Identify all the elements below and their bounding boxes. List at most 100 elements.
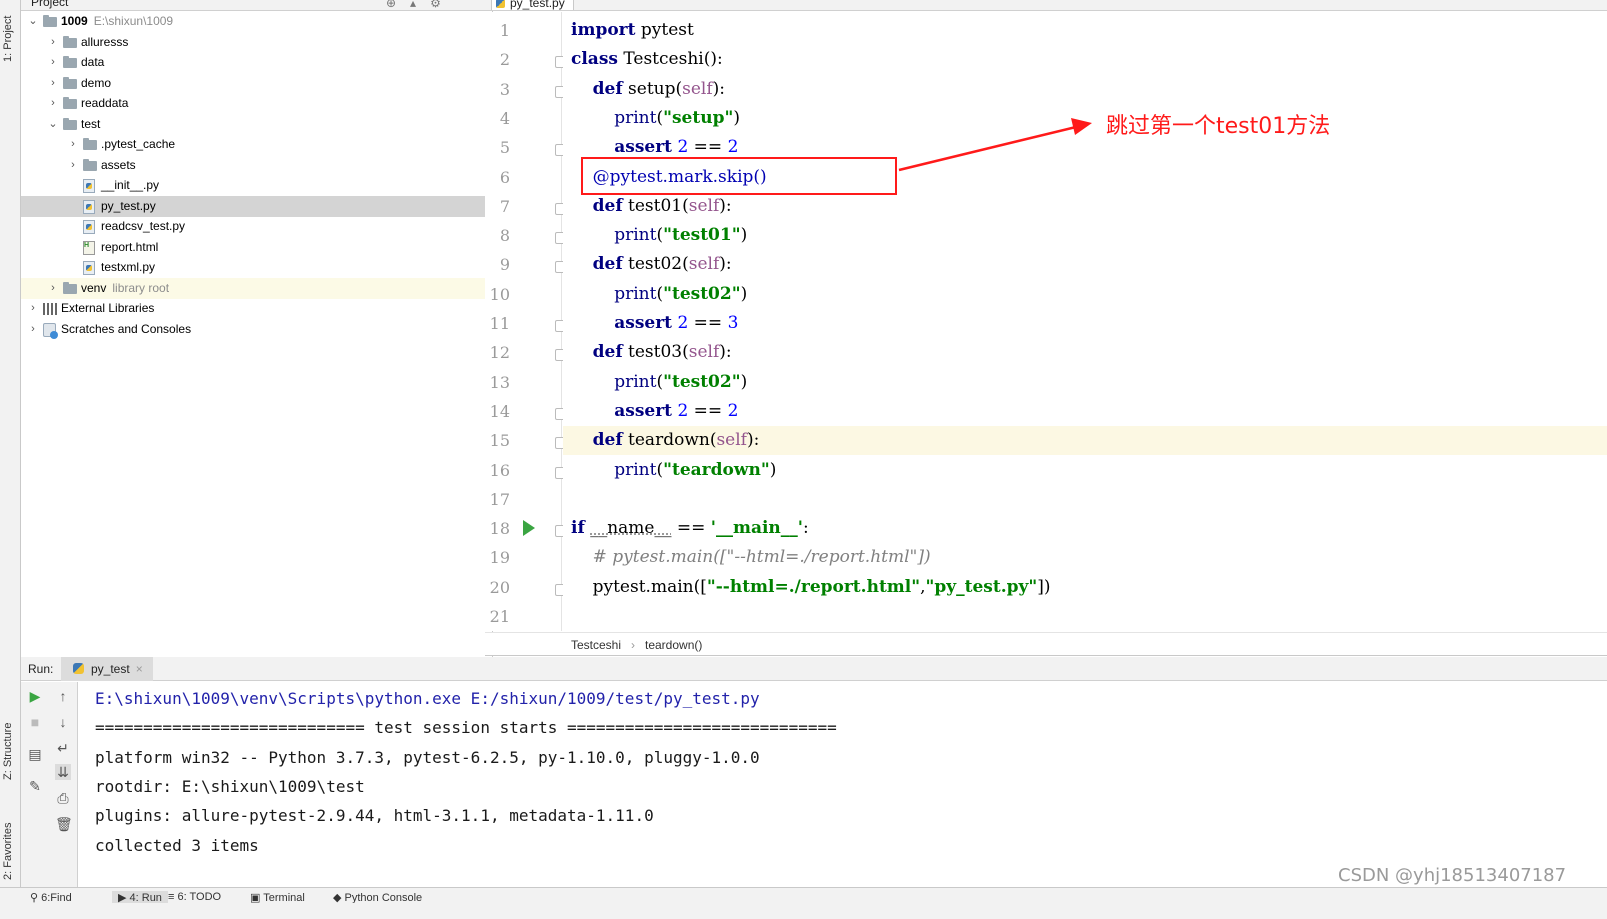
code-line[interactable] <box>563 485 1607 514</box>
tree-item[interactable]: › alluresss <box>21 32 493 53</box>
tree-item[interactable]: › venv library root <box>21 277 493 299</box>
chevron-right-icon[interactable]: › <box>67 155 79 176</box>
code-line[interactable]: print("test02") <box>563 368 1607 397</box>
tree-item-label: readcsv_test.py <box>101 216 185 237</box>
tree-item[interactable]: › assets <box>21 155 493 176</box>
run-icon[interactable] <box>523 520 535 537</box>
tree-item-name: assets <box>101 157 136 172</box>
code-line-text: def test01(self): <box>592 195 732 216</box>
tree-item-name: alluresss <box>81 34 129 49</box>
tree-item[interactable]: py_test.py <box>21 195 493 217</box>
tree-item[interactable]: ⌄ test <box>21 114 493 135</box>
breadcrumb-method[interactable]: teardown() <box>645 638 702 652</box>
bottom-tab[interactable]: ⚲ 6:Find <box>30 891 72 903</box>
bottom-tab-terminal[interactable]: ▣ Terminal <box>250 891 305 903</box>
chevron-down-icon[interactable]: ⌄ <box>27 11 39 32</box>
code-editor[interactable]: import pytest class Testceshi(): def setu… <box>563 12 1607 631</box>
soft-wrap-icon[interactable]: ↵ <box>55 740 71 756</box>
tree-item[interactable]: › demo <box>21 73 493 94</box>
chevron-down-icon[interactable]: ⌄ <box>47 114 59 135</box>
editor-gutter[interactable]: 1 2 3 4 5 6 7 8 9 10 11 12 13 14 15 16 17 18 19 20 21 <box>485 12 588 631</box>
code-line[interactable] <box>563 602 1607 631</box>
project-header-icons[interactable]: ⊕▴⚙ <box>386 0 455 10</box>
tree-item[interactable]: __init__.py <box>21 175 493 196</box>
bottom-tab-todo[interactable]: ≡ 6: TODO <box>168 891 221 903</box>
code-line-text: print("teardown") <box>614 459 777 480</box>
line-number: 7 <box>499 196 510 216</box>
chevron-right-icon[interactable]: › <box>47 73 59 94</box>
code-line[interactable]: print("setup") <box>563 104 1607 133</box>
tree-item[interactable]: readcsv_test.py <box>21 216 493 237</box>
tree-item-label: testxml.py <box>101 257 155 278</box>
chevron-right-icon[interactable]: › <box>47 93 59 114</box>
chevron-right-icon[interactable]: › <box>47 278 59 299</box>
folder-icon <box>63 117 77 130</box>
print-icon[interactable]: ⎙ <box>55 790 71 806</box>
line-number: 21 <box>489 607 510 626</box>
console-line: plugins: allure-pytest-2.9.44, html-3.1.… <box>95 806 654 826</box>
tree-item[interactable]: ⌄ 1009 E:\shixun\1009 <box>21 11 493 32</box>
down-arrow-icon[interactable]: ↓ <box>55 714 71 730</box>
tree-item-name: report.html <box>101 239 159 254</box>
bottom-tab-run[interactable]: ▶ 4: Run <box>112 891 168 903</box>
code-line[interactable]: assert 2 == 2 <box>563 397 1607 426</box>
close-icon[interactable]: × <box>136 662 143 676</box>
code-line[interactable]: pytest.main(["--html=./report.html","py_… <box>563 573 1607 602</box>
code-line[interactable]: print("test01") <box>563 221 1607 250</box>
run-tab[interactable]: py_test × <box>61 657 153 681</box>
tree-item-label: External Libraries <box>61 298 154 319</box>
code-line[interactable]: def teardown(self): <box>563 426 1607 456</box>
code-line[interactable]: import pytest <box>563 16 1607 45</box>
up-arrow-icon[interactable]: ↑ <box>55 688 71 704</box>
tool-tab-favorites[interactable]: 2: Favorites <box>2 800 19 880</box>
layout-icon[interactable]: ▤ <box>27 746 43 762</box>
tree-item-label: alluresss <box>81 32 128 53</box>
bottom-tab-python-console[interactable]: ◆ Python Console <box>333 891 422 903</box>
scroll-to-end-icon[interactable]: ⇊ <box>55 764 71 780</box>
tree-item[interactable]: › Scratches and Consoles <box>21 319 493 340</box>
code-line[interactable]: def setup(self): <box>563 75 1607 104</box>
tree-item-label: report.html <box>101 237 158 258</box>
line-number: 17 <box>489 489 510 509</box>
chevron-right-icon[interactable]: › <box>67 134 79 155</box>
tool-tab-project[interactable]: 1: Project <box>2 2 19 62</box>
code-line[interactable]: if __name__ == '__main__': <box>563 514 1607 543</box>
chevron-right-icon[interactable]: › <box>47 52 59 73</box>
rerun-icon[interactable]: ▶ <box>27 688 43 704</box>
tree-item[interactable]: testxml.py <box>21 257 493 278</box>
tree-item[interactable]: › .pytest_cache <box>21 134 493 155</box>
project-panel-title[interactable]: Project <box>31 0 68 9</box>
trash-icon[interactable]: 🗑 <box>55 816 73 832</box>
editor-tab-label: py_test.py <box>510 0 565 10</box>
run-console[interactable]: E:\shixun\1009\venv\Scripts\python.exe E… <box>79 682 1607 887</box>
chevron-right-icon[interactable]: › <box>27 319 39 340</box>
editor-tab-py-test[interactable]: py_test.py <box>491 0 574 10</box>
chevron-right-icon[interactable]: › <box>47 32 59 53</box>
code-line-text: def setup(self): <box>592 78 726 99</box>
code-line[interactable]: def test02(self): <box>563 250 1607 279</box>
code-line[interactable]: print("teardown") <box>563 456 1607 485</box>
breadcrumb-class[interactable]: Testceshi <box>571 638 621 652</box>
line-number: 16 <box>489 460 510 480</box>
line-number: 12 <box>489 343 510 363</box>
left-tool-strip: 1: Project Z: Structure 2: Favorites <box>0 0 21 905</box>
tree-item[interactable]: › External Libraries <box>21 298 493 319</box>
code-line[interactable]: print("test02") <box>563 280 1607 309</box>
tree-item[interactable]: › readdata <box>21 93 493 114</box>
line-number: 6 <box>499 167 510 187</box>
folder-icon <box>63 76 77 89</box>
code-line[interactable]: assert 2 == 3 <box>563 309 1607 338</box>
code-line[interactable]: def test01(self): <box>563 192 1607 221</box>
code-line-text: print("test01") <box>614 225 748 246</box>
tree-item[interactable]: report.html <box>21 235 493 258</box>
code-line[interactable]: def test03(self): <box>563 338 1607 367</box>
code-line[interactable]: # pytest.main(["--html=./report.html"]) <box>563 543 1607 572</box>
tree-item[interactable]: › data <box>21 52 493 73</box>
tree-item-label: Scratches and Consoles <box>61 319 191 340</box>
tool-tab-structure[interactable]: Z: Structure <box>2 700 19 780</box>
chevron-right-icon[interactable]: › <box>27 298 39 319</box>
code-line-text: class Testceshi(): <box>571 49 723 70</box>
code-line[interactable]: class Testceshi(): <box>563 45 1607 74</box>
stop-icon[interactable]: ■ <box>27 714 43 730</box>
pin-icon[interactable]: ✎ <box>27 778 43 794</box>
